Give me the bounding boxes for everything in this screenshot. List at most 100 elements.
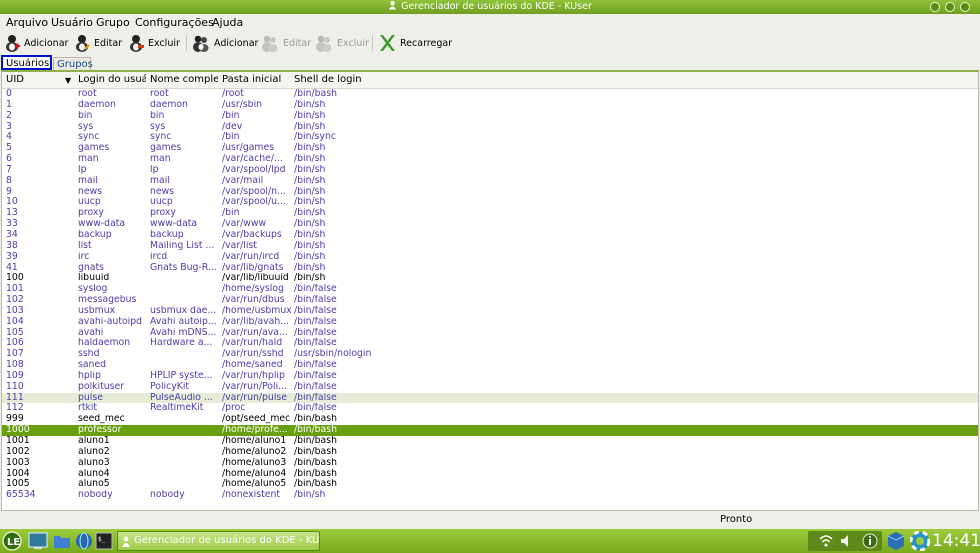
group-edit-icon [262, 35, 278, 52]
table-row[interactable]: 102 messagebus/var/run/dbus/bin/false [2, 295, 978, 306]
cell-shell: /bin/sh [294, 110, 326, 121]
table-row[interactable]: 1 daemon daemon/usr/sbin/bin/sh [2, 100, 978, 111]
delete-user-label: Excluir [148, 37, 180, 49]
cell-uid: 4 [6, 132, 12, 143]
start-menu-button[interactable]: LE [2, 531, 24, 553]
table-row[interactable]: 1002 aluno2/home/aluno2/bin/bash [2, 447, 978, 458]
show-desktop-button[interactable] [28, 532, 48, 553]
help-lifebuoy-button[interactable] [909, 530, 931, 553]
browser-button[interactable] [75, 532, 93, 553]
cell-home: /home/usbmux [222, 305, 292, 316]
table-row[interactable]: 1003 aluno3/home/aluno3/bin/bash [2, 458, 978, 469]
svg-text:LE: LE [7, 537, 20, 548]
cell-shell: /bin/bash [294, 457, 337, 468]
table-row[interactable]: 1000 professor/home/profe... /bin/bash [2, 425, 978, 436]
info-icon[interactable] [862, 533, 878, 549]
edit-user-button[interactable]: Editar [74, 33, 122, 53]
menu-usuario[interactable]: Usuário [51, 16, 93, 29]
table-row[interactable]: 112 rtkit RealtimeKit/proc/bin/false [2, 403, 978, 414]
table-row[interactable]: 109 hplip HPLIP syste... /var/run/hplip/bin… [2, 371, 978, 382]
cell-shell: /bin/sh [294, 186, 326, 197]
close-button[interactable] [960, 2, 970, 12]
table-row[interactable]: 3 sys sys/dev/bin/sh [2, 122, 978, 133]
cell-shell: /bin/bash [294, 479, 337, 490]
cell-home: /var/run/hplip [222, 370, 285, 381]
table-row[interactable]: 1005 aluno5/home/aluno5/bin/bash [2, 479, 978, 490]
reload-icon [380, 35, 395, 51]
cell-login: aluno4 [78, 468, 110, 479]
table-row[interactable]: 13 proxy proxy/bin/bin/sh [2, 208, 978, 219]
table-row[interactable]: 33 www-data www-data/var/www/bin/sh [2, 219, 978, 230]
wifi-icon[interactable] [818, 534, 834, 548]
cell-uid: 111 [6, 392, 24, 403]
reload-button[interactable]: Recarregar [378, 33, 452, 53]
edit-group-button[interactable]: Editar [261, 33, 311, 53]
menu-arquivo[interactable]: Arquivo [6, 16, 48, 29]
cell-login: rtkit [78, 403, 98, 414]
delete-user-button[interactable]: Excluir [128, 33, 180, 53]
table-row[interactable]: 8 mail mail/var/mail/bin/sh [2, 176, 978, 187]
table-row[interactable]: 1001 aluno1/home/aluno1/bin/bash [2, 436, 978, 447]
table-row[interactable]: 107 sshd/var/run/sshd/usr/sbin/nologin [2, 349, 978, 360]
table-row[interactable]: 999 seed_mec/opt/seed_mec/bin/bash [2, 414, 978, 425]
table-row[interactable]: 0 root root/root/bin/bash [2, 89, 978, 100]
table-row[interactable]: 10 uucp uucp/var/spool/u... /bin/sh [2, 197, 978, 208]
table-row[interactable]: 6 man man/var/cache/... /bin/sh [2, 154, 978, 165]
column-header-fullname[interactable]: Nome complet [150, 74, 218, 85]
table-row[interactable]: 101 syslog/home/syslog/bin/false [2, 284, 978, 295]
cell-shell: /bin/sh [294, 262, 326, 273]
table-row[interactable]: 111 pulse PulseAudio ... /var/run/pulse/bin… [2, 392, 978, 404]
table-row[interactable]: 34 backup backup/var/backups/bin/sh [2, 230, 978, 241]
add-group-button[interactable]: Adicionar [192, 33, 258, 53]
menu-grupo[interactable]: Grupo [96, 16, 130, 29]
table-row[interactable]: 104 avahi-autoipd Avahi autoip... /var/lib/… [2, 317, 978, 328]
table-row[interactable]: 2 bin bin/bin/bin/sh [2, 111, 978, 122]
column-header-shell[interactable]: Shell de login [294, 74, 414, 85]
group-delete-icon [316, 35, 332, 52]
terminal-button[interactable]: $_ [95, 532, 113, 553]
cell-uid: 110 [6, 381, 24, 392]
cell-login: haldaemon [78, 338, 131, 349]
table-row[interactable]: 39 irc ircd/var/run/ircd/bin/sh [2, 252, 978, 263]
menu-configuracoes[interactable]: Configurações [135, 16, 214, 29]
taskbar-window-label: Gerenciador de usuários do KDE - KUser [134, 535, 320, 546]
cell-home: /home/syslog [222, 284, 284, 295]
tab-users[interactable]: Usuários [1, 55, 52, 70]
table-row[interactable]: 105 avahi Avahi mDNS... /var/run/ava... /bin… [2, 328, 978, 339]
cell-uid: 5 [6, 143, 12, 154]
cell-fullname: proxy [150, 208, 176, 219]
table-row[interactable]: 108 saned/home/saned/bin/false [2, 360, 978, 371]
table-row[interactable]: 41 gnats Gnats Bug-R... /var/lib/gnats/bin/… [2, 263, 978, 274]
cell-login: list [78, 240, 92, 251]
file-manager-button[interactable] [53, 532, 71, 553]
table-row[interactable]: 1004 aluno4/home/aluno4/bin/bash [2, 469, 978, 480]
add-user-button[interactable]: Adicionar [4, 33, 68, 53]
table-row[interactable]: 65534 nobody nobody/nonexistent/bin/sh [2, 490, 978, 501]
cell-login: news [78, 186, 103, 197]
taskbar-window-kuser[interactable]: Gerenciador de usuários do KDE - KUser [117, 531, 320, 551]
cell-home: /var/lib/gnats [222, 262, 284, 273]
table-row[interactable]: 9 news news/var/spool/n... /bin/sh [2, 187, 978, 198]
menu-ajuda[interactable]: Ajuda [212, 16, 243, 29]
cell-home: /bin [222, 110, 240, 121]
column-header-home[interactable]: Pasta inicial [222, 74, 292, 85]
table-row[interactable]: 5 games games/usr/games/bin/sh [2, 143, 978, 154]
table-row[interactable]: 4 sync sync/bin/bin/sync [2, 132, 978, 143]
column-header-login[interactable]: Login do usuár [78, 74, 146, 85]
cell-shell: /bin/false [294, 370, 337, 381]
volume-icon[interactable] [840, 534, 854, 548]
minimize-button[interactable] [930, 2, 940, 12]
column-header-uid[interactable]: UID [6, 74, 66, 85]
table-row[interactable]: 103 usbmux usbmux dae... /home/usbmux/bin/f… [2, 306, 978, 317]
cell-shell: /bin/false [294, 403, 337, 414]
maximize-button[interactable] [945, 2, 955, 12]
cell-fullname: nobody [150, 490, 185, 501]
table-row[interactable]: 7 lp lp/var/spool/lpd/bin/sh [2, 165, 978, 176]
delete-group-button[interactable]: Excluir [315, 33, 369, 53]
cell-shell: /bin/sh [294, 273, 326, 284]
table-row[interactable]: 110 polkituser PolicyKit/var/run/Poli... /b… [2, 382, 978, 393]
package-manager-button[interactable] [887, 531, 905, 553]
table-row[interactable]: 38 list Mailing List ... /var/list/bin/sh [2, 241, 978, 252]
table-row[interactable]: 100 libuuid/var/lib/libuuid/bin/sh [2, 273, 978, 284]
table-row[interactable]: 106 haldaemon Hardware a... /var/run/hald/b… [2, 338, 978, 349]
